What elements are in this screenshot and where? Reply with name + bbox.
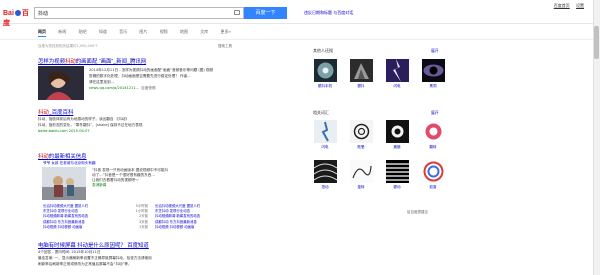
- snapshot-link[interactable]: 百度快照: [141, 86, 155, 90]
- result-title[interactable]: 电脑有时候屏幕 抖动是什么原因呢？ 百度知道: [38, 241, 273, 249]
- related-head-2: 相关词汇: [313, 110, 329, 115]
- nav-tabs: 网页 新闻 贴吧 知道 音乐 图片 视频 地图 文库 更多»: [38, 27, 242, 39]
- related-image[interactable]: [422, 59, 445, 82]
- expand-link-2[interactable]: 展开: [431, 110, 439, 116]
- result-url[interactable]: news.qq.com/a/20141211...: [89, 86, 139, 90]
- search-box: [34, 7, 244, 19]
- related-head-1: 其他人还搜: [313, 48, 333, 53]
- tab-images[interactable]: 图片: [139, 27, 147, 37]
- result-title[interactable]: 抖动_百度百科: [38, 108, 273, 116]
- news-list-right: 长治抖动视频大尺度 据说人们 东芝抖动 发现行业动态 抖动视频新闻 新闻发布的动…: [155, 204, 273, 230]
- search-tools[interactable]: 搜索工具: [218, 44, 232, 49]
- related-label[interactable]: 颤动: [383, 185, 411, 190]
- related-label[interactable]: 闪电: [311, 145, 339, 150]
- nav-divider: [0, 39, 600, 40]
- tab-web[interactable]: 网页: [38, 27, 46, 37]
- news-list-right-item[interactable]: 抖动视频 抖动视频 动画版: [155, 225, 273, 230]
- related-image[interactable]: [314, 120, 337, 143]
- result-item: 怎样为视频抖动的画面配 “画面”_新闻_腾讯网: [38, 57, 273, 65]
- search-button[interactable]: 百度一下: [244, 7, 287, 19]
- related-image[interactable]: [350, 160, 373, 183]
- tab-music[interactable]: 音乐: [119, 27, 127, 37]
- related-label[interactable]: 颤抖手机: [311, 84, 339, 89]
- result-abstract-3: 请在这里找到...: [89, 80, 114, 84]
- baidu-logo[interactable]: Bai 百度: [3, 8, 30, 27]
- result-item: 抖动的最新相关信息: [38, 152, 273, 160]
- related-image[interactable]: [314, 160, 337, 183]
- related-image[interactable]: [386, 59, 409, 82]
- tab-zhidao[interactable]: 知道: [99, 27, 107, 37]
- expand-link-1[interactable]: 展开: [431, 48, 439, 54]
- related-image[interactable]: [386, 160, 409, 183]
- news-title[interactable]: 抖动的最新相关信息: [38, 152, 273, 160]
- top-right-links: 百度首页 设置: [549, 3, 584, 9]
- result-abstract: 4个回答 - 提问时间: 2015年10月11日: [38, 250, 101, 254]
- news-list-item[interactable]: 抖动视频 抖动视频 动画版 1天前: [43, 225, 148, 230]
- scrollbar[interactable]: [593, 0, 600, 275]
- result-url[interactable]: baike.baidu.com 2015-04-07: [38, 129, 273, 133]
- related-label[interactable]: 扭动: [311, 185, 339, 190]
- home-link[interactable]: 百度首页: [554, 3, 570, 8]
- related-label[interactable]: 黑洞: [419, 84, 447, 89]
- result-body: 2014年12月11日 - 怎样为视频抖动的画面配“画面”音频音乐等问题 (图)…: [89, 67, 273, 91]
- result-abstract-2: 最佳答案: 一、显示器刷新率设置不正确导致屏幕抖动，检查方法请使用: [38, 256, 152, 260]
- related-label[interactable]: 闪电: [383, 84, 411, 89]
- related-image[interactable]: [350, 59, 373, 82]
- news-head[interactable]: 爷爷 女孩 在老城与北京街头有趣: [43, 161, 96, 166]
- scrollbar-thumb[interactable]: [594, 26, 599, 59]
- top-links[interactable]: 违反日期和标题 与百度对话: [304, 10, 353, 16]
- result-abstract: 2014年12月11日 - 怎样为视频抖动的画面配“画面”音频音乐等问题 (图)…: [89, 68, 214, 72]
- feedback-link[interactable]: 给百度提建议: [407, 210, 428, 215]
- related-label[interactable]: 眩晕: [347, 145, 375, 150]
- top-bar: Bai百度 百度一下 违反日期和标题 与百度对话 百度首页 设置: [0, 0, 600, 27]
- related-label[interactable]: 旋转: [347, 185, 375, 190]
- related-image[interactable]: [386, 120, 409, 143]
- tab-news[interactable]: 新闻: [58, 27, 66, 37]
- search-input[interactable]: [35, 8, 205, 18]
- result-abstract-2: 剪辑的数字化处理，抖动画面是否需要先进行稳定处理？ 作者...: [89, 74, 191, 78]
- result-title[interactable]: 怎样为视频抖动的画面配 “画面”_新闻_腾讯网: [38, 57, 273, 65]
- news-source: 澎湃新闻: [92, 183, 107, 187]
- related-image[interactable]: [314, 59, 337, 82]
- related-image[interactable]: [422, 160, 445, 183]
- camera-icon[interactable]: [234, 10, 240, 15]
- result-count: 百度为您找到相关结果约1,000,000个: [38, 44, 98, 48]
- tab-tieba[interactable]: 贴吧: [79, 27, 87, 37]
- result-thumbnail[interactable]: [38, 66, 84, 100]
- news-desc: “抖音 发现一只有动画版本 据说视频中不可能抖 动了…”抖音是一个很好很有趣的东…: [92, 168, 272, 188]
- result-item: 抖动_百度百科 抖动，指肢体前后有为地振动的样子。读出翻自 《抖动》 抖动，指形…: [38, 108, 273, 133]
- tab-map[interactable]: 地图: [180, 27, 188, 37]
- result-abstract: 抖动，指肢体前后有为地振动的样子。读出翻自 《抖动》: [38, 117, 129, 121]
- result-item: 电脑有时候屏幕 抖动是什么原因呢？ 百度知道 4个回答 - 提问时间: 2015…: [38, 241, 273, 267]
- related-label[interactable]: 震撼: [383, 145, 411, 150]
- news-list: 长治抖动视频大尺度 据说人们 5小时前 东芝抖动 发现行业动态 1小时前 抖动视频新…: [43, 204, 148, 230]
- related-image[interactable]: [350, 120, 373, 143]
- tab-more[interactable]: 更多»: [221, 27, 231, 37]
- tab-video[interactable]: 视频: [160, 27, 168, 37]
- settings-link[interactable]: 设置: [576, 3, 584, 8]
- tab-wenku[interactable]: 文库: [200, 27, 208, 37]
- related-label[interactable]: 颤抖: [347, 84, 375, 89]
- result-abstract-3: 刷新率后刷新率正常或修改为正常值后屏幕不会“抖动”等。: [38, 262, 132, 266]
- related-label[interactable]: 翻转: [419, 145, 447, 150]
- paw-icon: [14, 10, 21, 16]
- logo-text-bai: Bai: [3, 10, 14, 17]
- news-thumbnail[interactable]: [42, 167, 86, 200]
- related-label[interactable]: 蚊香: [419, 185, 447, 190]
- related-image[interactable]: [422, 120, 445, 143]
- result-abstract-2: 抖动，指形态的变化，“寒冬翻抖”，[shake] 保持不过在地方表现: [38, 123, 143, 127]
